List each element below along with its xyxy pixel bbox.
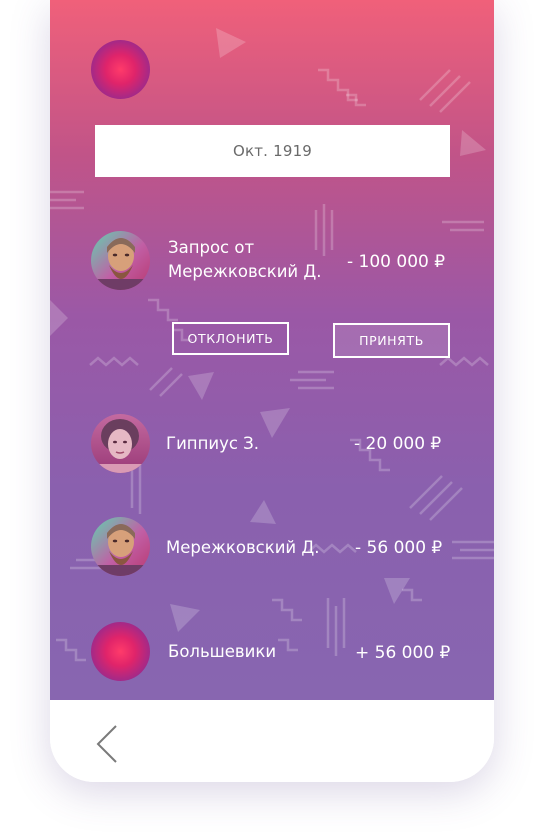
accept-button[interactable]: ПРИНЯТЬ — [333, 323, 450, 358]
transaction-row[interactable]: Гиппиус З. - 20 000 ₽ — [50, 413, 494, 475]
portrait-merezhkovsky-icon — [91, 231, 150, 290]
transaction-name: Мережковский Д. — [166, 538, 320, 557]
request-title: Запрос от Мережковский Д. — [168, 236, 322, 284]
avatar-gippius — [91, 414, 150, 473]
bottom-navigation — [50, 700, 494, 782]
transaction-name: Гиппиус З. — [166, 434, 259, 453]
portrait-merezhkovsky-icon — [91, 517, 150, 576]
avatar-bolsheviks — [91, 622, 150, 681]
avatar-merezhkovsky — [91, 231, 150, 290]
back-button[interactable] — [94, 724, 124, 764]
date-label: Окт. 1919 — [232, 142, 313, 160]
transaction-amount: - 20 000 ₽ — [354, 434, 442, 454]
accept-button-label: ПРИНЯТЬ — [359, 333, 424, 348]
stage: Окт. 1919 Запрос от Мережковский Д. - 10… — [0, 0, 544, 833]
request-row: Запрос от Мережковский Д. - 100 000 ₽ ОТ… — [50, 230, 494, 370]
transaction-amount: - 56 000 ₽ — [355, 538, 443, 558]
date-header[interactable]: Окт. 1919 — [95, 125, 450, 177]
decline-button[interactable]: ОТКЛОНИТЬ — [172, 322, 289, 355]
transaction-row[interactable]: Большевики + 56 000 ₽ — [50, 622, 494, 684]
transaction-row[interactable]: Мережковский Д. - 56 000 ₽ — [50, 517, 494, 579]
phone-frame: Окт. 1919 Запрос от Мережковский Д. - 10… — [50, 0, 494, 782]
decline-button-label: ОТКЛОНИТЬ — [187, 331, 274, 346]
transaction-name: Большевики — [168, 642, 277, 661]
portrait-gippius-icon — [91, 414, 150, 473]
request-amount: - 100 000 ₽ — [347, 252, 446, 272]
user-avatar[interactable] — [91, 40, 150, 99]
avatar-merezhkovsky — [91, 517, 150, 576]
chevron-left-icon — [96, 725, 117, 763]
app-screen: Окт. 1919 Запрос от Мережковский Д. - 10… — [50, 0, 494, 700]
request-title-line2: Мережковский Д. — [168, 262, 322, 281]
transaction-amount: + 56 000 ₽ — [355, 643, 451, 663]
request-title-line1: Запрос от — [168, 238, 255, 257]
